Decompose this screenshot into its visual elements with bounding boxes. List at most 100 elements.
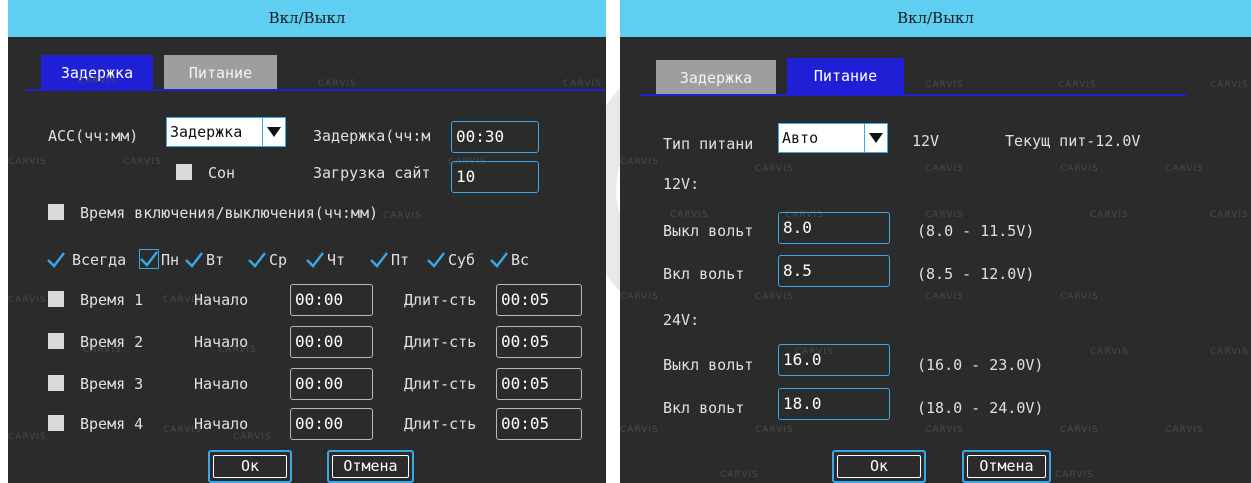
power-type-label: Тип питани xyxy=(663,135,754,153)
carvis-watermark: CARVIS xyxy=(755,425,794,435)
sunday-checkmark-icon[interactable] xyxy=(489,250,509,270)
time2-duration-input[interactable]: 00:05 xyxy=(496,326,582,358)
cancel-button-label: Отмена xyxy=(967,455,1046,478)
tab-delay[interactable]: Задержка xyxy=(656,60,776,96)
tab-underline xyxy=(26,89,606,91)
carvis-watermark: CARVIS xyxy=(123,157,162,167)
ok-button-label: Ок xyxy=(837,455,921,478)
cancel-button[interactable]: Отмена xyxy=(962,450,1051,483)
monday-checkmark-icon[interactable] xyxy=(139,249,159,269)
carvis-watermark: CARVIS xyxy=(1060,425,1099,435)
power-voltage-value: 12V xyxy=(912,132,940,150)
on-voltage-12v-label: Вкл вольт xyxy=(663,265,745,283)
saturday-checkmark-icon[interactable] xyxy=(426,250,446,270)
tab-power[interactable]: Питание xyxy=(787,58,904,94)
carvis-watermark: CARVIS xyxy=(720,470,759,480)
carvis-watermark: CARVIS xyxy=(1165,164,1204,174)
onoff-time-label: Время включения/выключения(чч:мм) xyxy=(80,204,379,222)
carvis-watermark: CARVIS xyxy=(620,157,659,167)
time2-start-input[interactable]: 00:00 xyxy=(290,326,373,358)
off-voltage-24v-range: (16.0 - 23.0V) xyxy=(917,356,1044,374)
day-thu-label: Чт xyxy=(327,251,346,269)
time4-duration-label: Длит-сть xyxy=(404,415,477,433)
carvis-watermark: CARVIS xyxy=(925,80,964,90)
day-sat-label: Суб xyxy=(448,251,476,269)
tab-underline xyxy=(640,94,1186,96)
ok-button[interactable]: Ок xyxy=(208,450,292,483)
carvis-watermark: CARVIS xyxy=(8,295,47,305)
window-title: Вкл/Выкл xyxy=(620,0,1251,37)
carvis-watermark: CARVIS xyxy=(318,79,357,89)
on-voltage-12v-input[interactable]: 8.5 xyxy=(778,255,890,287)
carvis-watermark: CARVIS xyxy=(670,210,709,220)
cancel-button-label: Отмена xyxy=(332,455,409,478)
day-fri-label: Пт xyxy=(391,251,410,269)
off-voltage-24v-input[interactable]: 16.0 xyxy=(778,344,890,376)
upload-label: Загрузка сайт xyxy=(313,164,431,182)
day-always-label: Всегда xyxy=(72,251,127,269)
time3-start-input[interactable]: 00:00 xyxy=(290,368,373,400)
sleep-checkbox[interactable] xyxy=(176,164,192,180)
on-voltage-24v-input[interactable]: 18.0 xyxy=(778,388,890,420)
onoff-time-checkbox[interactable] xyxy=(48,204,64,220)
day-mon-label: Пн xyxy=(161,251,180,269)
thursday-checkmark-icon[interactable] xyxy=(305,250,325,270)
window-title: Вкл/Выкл xyxy=(8,0,606,37)
time4-start-input[interactable]: 00:00 xyxy=(290,408,373,440)
friday-checkmark-icon[interactable] xyxy=(369,250,389,270)
delay-input[interactable]: 00:30 xyxy=(451,121,539,153)
cancel-button[interactable]: Отмена xyxy=(327,450,414,483)
carvis-watermark: CARVIS xyxy=(620,425,659,435)
carvis-watermark: CARVIS xyxy=(925,164,964,174)
carvis-watermark: CARVIS xyxy=(78,76,117,86)
carvis-watermark: CARVIS xyxy=(1060,164,1099,174)
time3-checkbox[interactable] xyxy=(48,375,64,391)
carvis-watermark: CARVIS xyxy=(1060,292,1099,302)
carvis-watermark: CARVIS xyxy=(8,157,47,167)
ok-button[interactable]: Ок xyxy=(832,450,926,483)
carvis-watermark: CARVIS xyxy=(1210,80,1249,90)
acc-mode-select[interactable]: Задержка xyxy=(166,117,286,147)
day-wed-label: Ср xyxy=(269,251,288,269)
wednesday-checkmark-icon[interactable] xyxy=(247,250,267,270)
chevron-down-icon xyxy=(864,124,887,152)
carvis-watermark: CARVIS xyxy=(925,292,964,302)
carvis-watermark: CARVIS xyxy=(563,79,602,89)
time4-duration-input[interactable]: 00:05 xyxy=(496,408,582,440)
on-voltage-24v-range: (18.0 - 24.0V) xyxy=(917,399,1044,417)
tuesday-checkmark-icon[interactable] xyxy=(184,250,204,270)
day-sun-label: Вс xyxy=(511,251,530,269)
time1-duration-input[interactable]: 00:05 xyxy=(496,284,582,316)
carvis-watermark: CARVIS xyxy=(755,292,794,302)
sleep-label: Сон xyxy=(208,164,236,182)
time2-label: Время 2 xyxy=(80,333,144,351)
time2-start-label: Начало xyxy=(194,333,249,351)
on-voltage-12v-range: (8.5 - 12.0V) xyxy=(917,265,1035,283)
time1-start-label: Начало xyxy=(194,291,249,309)
carvis-watermark: CARVIS xyxy=(755,164,794,174)
time2-checkbox[interactable] xyxy=(48,333,64,349)
time3-label: Время 3 xyxy=(80,375,144,393)
carvis-watermark: CARVIS xyxy=(1210,210,1249,220)
acc-mode-value: Задержка xyxy=(170,123,243,141)
carvis-watermark: CARVIS xyxy=(1210,347,1249,357)
power-type-select[interactable]: Авто xyxy=(778,123,888,153)
time3-duration-input[interactable]: 00:05 xyxy=(496,368,582,400)
always-checkmark-icon[interactable] xyxy=(46,250,66,270)
current-power-readout: Текущ пит-12.0V xyxy=(1005,132,1141,150)
acc-label: ACC(чч:мм) xyxy=(48,127,139,145)
power-type-value: Авто xyxy=(782,129,819,147)
time1-duration-label: Длит-сть xyxy=(404,291,477,309)
carvis-watermark: CARVIS xyxy=(1055,470,1094,480)
carvis-watermark: CARVIS xyxy=(925,425,964,435)
time1-checkbox[interactable] xyxy=(48,291,64,307)
time1-start-input[interactable]: 00:00 xyxy=(290,284,373,316)
upload-input[interactable]: 10 xyxy=(451,161,539,193)
time4-label: Время 4 xyxy=(80,415,144,433)
time4-checkbox[interactable] xyxy=(48,415,64,431)
carvis-watermark: CARVIS xyxy=(1090,347,1129,357)
section-24v-label: 24V: xyxy=(663,311,700,329)
off-voltage-12v-input[interactable]: 8.0 xyxy=(778,212,890,244)
power-settings-panel: Вкл/Выкл Задержка Питание CARVIS CARVIS … xyxy=(620,0,1251,483)
tab-power[interactable]: Питание xyxy=(164,55,277,91)
